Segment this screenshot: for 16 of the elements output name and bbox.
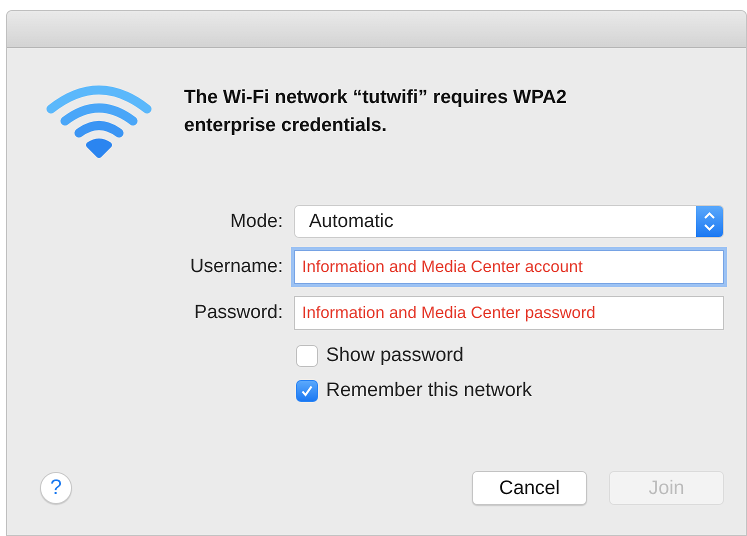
dialog-heading: The Wi-Fi network “tutwifi” requires WPA2 enterprise credentials. bbox=[184, 86, 568, 138]
checkbox-label: Show password bbox=[326, 344, 464, 367]
checkbox[interactable] bbox=[296, 380, 318, 402]
wifi-icon bbox=[45, 83, 153, 159]
field-label: Username: bbox=[190, 256, 283, 278]
field-label: Mode: bbox=[230, 210, 283, 232]
field-label: Password: bbox=[194, 302, 283, 324]
help-button[interactable]: ? bbox=[40, 472, 72, 504]
mode-select[interactable]: Automatic bbox=[294, 205, 724, 238]
input-field[interactable]: Information and Media Center password bbox=[294, 296, 724, 330]
dialog-button[interactable]: Cancel bbox=[472, 471, 587, 505]
stepper-icon bbox=[696, 206, 723, 237]
checkmark-icon bbox=[300, 384, 314, 398]
input-field[interactable]: Information and Media Center account bbox=[294, 250, 724, 284]
checkbox-label: Remember this network bbox=[326, 379, 532, 402]
checkbox[interactable] bbox=[296, 344, 318, 366]
